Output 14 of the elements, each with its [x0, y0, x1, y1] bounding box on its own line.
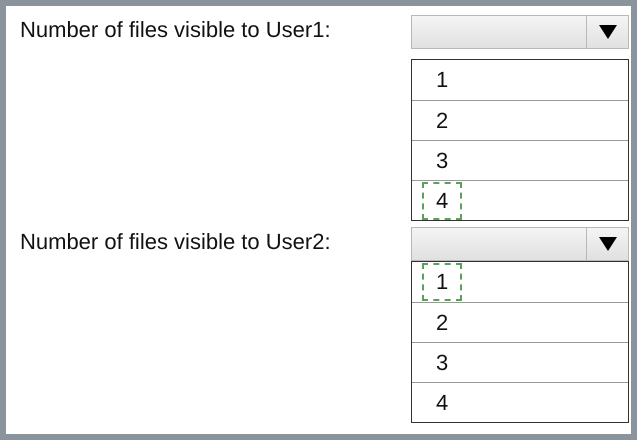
option[interactable]: 1 — [422, 263, 462, 301]
dropdown[interactable] — [411, 227, 629, 261]
option[interactable]: 2 — [422, 102, 462, 140]
option[interactable]: 3 — [422, 142, 462, 180]
option[interactable]: 4 — [422, 384, 462, 422]
dropdown-arrow-icon — [598, 24, 618, 40]
dropdown-arrow-icon — [598, 236, 618, 252]
option[interactable]: 2 — [422, 304, 462, 342]
question-label: Number of files visible to User1: — [20, 17, 332, 43]
question-label: Number of files visible to User2: — [20, 229, 332, 255]
option[interactable]: 4 — [422, 182, 462, 220]
option[interactable]: 3 — [422, 344, 462, 382]
option[interactable]: 1 — [422, 61, 462, 99]
dropdown[interactable] — [411, 15, 629, 49]
